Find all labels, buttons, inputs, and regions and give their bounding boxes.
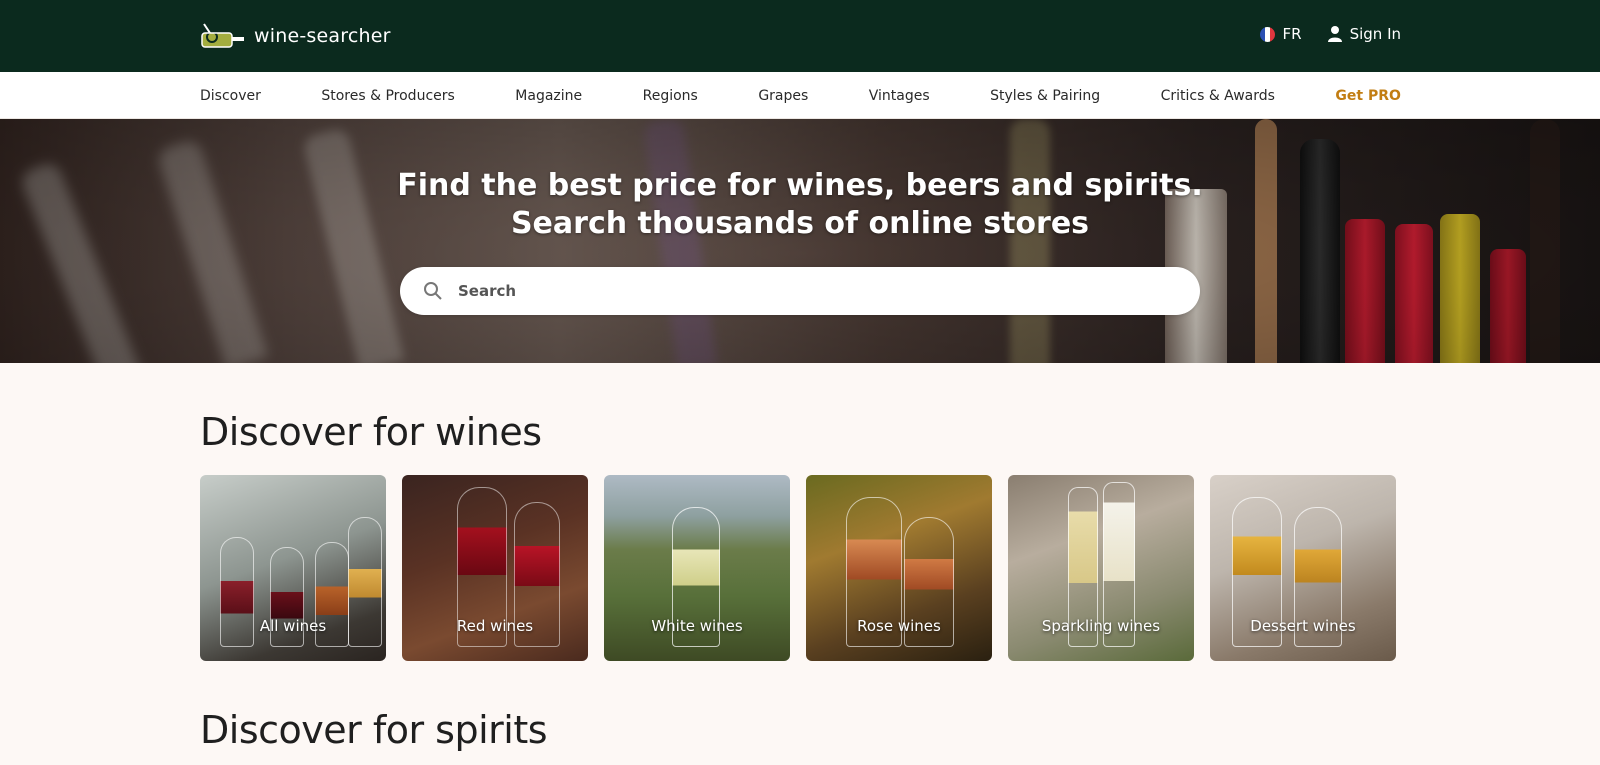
category-card-label: Sparkling wines [1041,617,1161,635]
hero-title-line-2: Search thousands of online stores [510,206,1090,241]
nav-item-stores-producers[interactable]: Stores & Producers [321,88,454,104]
search-bar[interactable] [400,267,1200,315]
main-navigation: Discover Stores & Producers Magazine Reg… [0,72,1600,119]
category-card-sparkling-wines[interactable]: Sparkling wines [1008,475,1194,661]
wine-bottle-logo-icon [201,23,244,48]
category-card-rose-wines[interactable]: Rose wines [806,475,992,661]
category-card-label: White wines [651,617,743,635]
nav-item-vintages[interactable]: Vintages [869,88,930,104]
category-card-label: Dessert wines [1250,617,1356,635]
hero-title: Find the best price for wines, beers and… [0,167,1600,243]
nav-item-magazine[interactable]: Magazine [515,88,582,104]
nav-item-critics-awards[interactable]: Critics & Awards [1161,88,1275,104]
hero-title-line-1: Find the best price for wines, beers and… [397,168,1203,203]
category-card-red-wines[interactable]: Red wines [402,475,588,661]
language-label: FR [1282,25,1302,43]
logo-text: wine-searcher [254,25,391,47]
user-icon [1327,26,1342,42]
category-card-label: Rose wines [857,617,941,635]
nav-item-grapes[interactable]: Grapes [758,88,808,104]
category-card-all-wines[interactable]: All wines [200,475,386,661]
category-card-label: All wines [259,617,327,635]
site-header: wine-searcher FR Sign In [0,0,1600,72]
category-card-label: Red wines [456,617,534,635]
nav-item-discover[interactable]: Discover [200,88,261,104]
france-flag-icon [1259,26,1275,42]
category-card-dessert-wines[interactable]: Dessert wines [1210,475,1396,661]
wine-category-cards: All wines Red wines White wines Rose win… [200,475,1396,661]
hero-banner: Find the best price for wines, beers and… [0,119,1600,363]
sign-in-button[interactable]: Sign In [1327,25,1401,43]
nav-list: Discover Stores & Producers Magazine Reg… [200,72,1401,119]
search-icon [424,282,442,300]
search-input[interactable] [456,271,1200,311]
discover-spirits-title: Discover for spirits [200,708,548,752]
nav-item-styles-pairing[interactable]: Styles & Pairing [990,88,1100,104]
sign-in-label: Sign In [1349,25,1401,43]
nav-item-regions[interactable]: Regions [643,88,698,104]
site-logo[interactable]: wine-searcher [200,22,391,50]
discover-wines-title: Discover for wines [200,410,542,454]
language-selector[interactable]: FR [1259,25,1302,43]
header-actions: FR Sign In [1259,25,1401,43]
category-card-white-wines[interactable]: White wines [604,475,790,661]
nav-item-get-pro[interactable]: Get PRO [1335,88,1401,104]
